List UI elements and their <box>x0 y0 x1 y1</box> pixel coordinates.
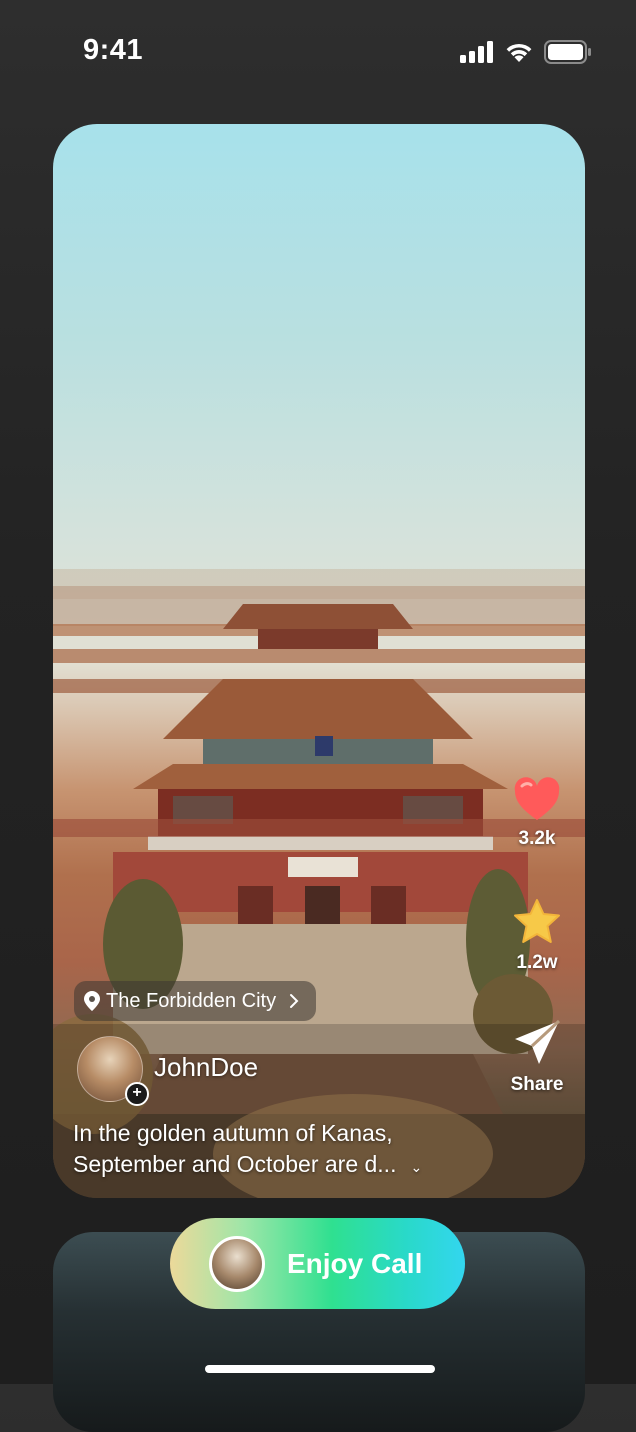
caption-line-2-text: September and October are d... <box>73 1151 397 1177</box>
system-icons <box>460 40 592 64</box>
location-pin-icon <box>84 991 100 1011</box>
share-action[interactable]: Share <box>497 1018 577 1096</box>
enjoy-call-label: Enjoy Call <box>287 1247 423 1279</box>
wifi-icon <box>506 43 532 62</box>
like-action[interactable]: 3.2k <box>497 776 577 850</box>
caption-line-2: September and October are d... ⌄ <box>73 1149 513 1183</box>
enjoy-call-button[interactable]: Enjoy Call <box>170 1218 465 1309</box>
call-avatar <box>209 1235 265 1292</box>
star-icon[interactable] <box>512 898 562 946</box>
status-time: 9:41 <box>83 34 144 66</box>
share-icon[interactable] <box>512 1018 562 1068</box>
status-bar: 9:41 <box>0 0 636 105</box>
share-label: Share <box>510 1074 564 1095</box>
heart-icon[interactable] <box>513 776 561 822</box>
battery-icon <box>544 40 591 64</box>
like-count: 3.2k <box>518 828 556 849</box>
chevron-right-icon <box>290 994 299 1008</box>
caption-line-1: In the golden autumn of Kanas, <box>73 1120 393 1146</box>
home-indicator[interactable] <box>205 1365 435 1373</box>
location-tag[interactable]: The Forbidden City <box>74 981 317 1021</box>
signal-icon <box>460 41 493 63</box>
favorite-count: 1.2w <box>516 952 558 973</box>
location-name: The Forbidden City <box>106 989 277 1012</box>
author-username[interactable]: JohnDoe <box>154 1052 258 1083</box>
post-card[interactable]: 3.2k 1.2w Share The Forbidden City + Joh… <box>53 124 585 1198</box>
post-caption[interactable]: In the golden autumn of Kanas, September… <box>73 1118 513 1183</box>
favorite-action[interactable]: 1.2w <box>497 898 577 974</box>
plus-icon[interactable]: + <box>125 1082 149 1106</box>
chevron-down-icon[interactable]: ⌄ <box>410 1159 422 1175</box>
author-avatar[interactable]: + <box>77 1036 149 1106</box>
